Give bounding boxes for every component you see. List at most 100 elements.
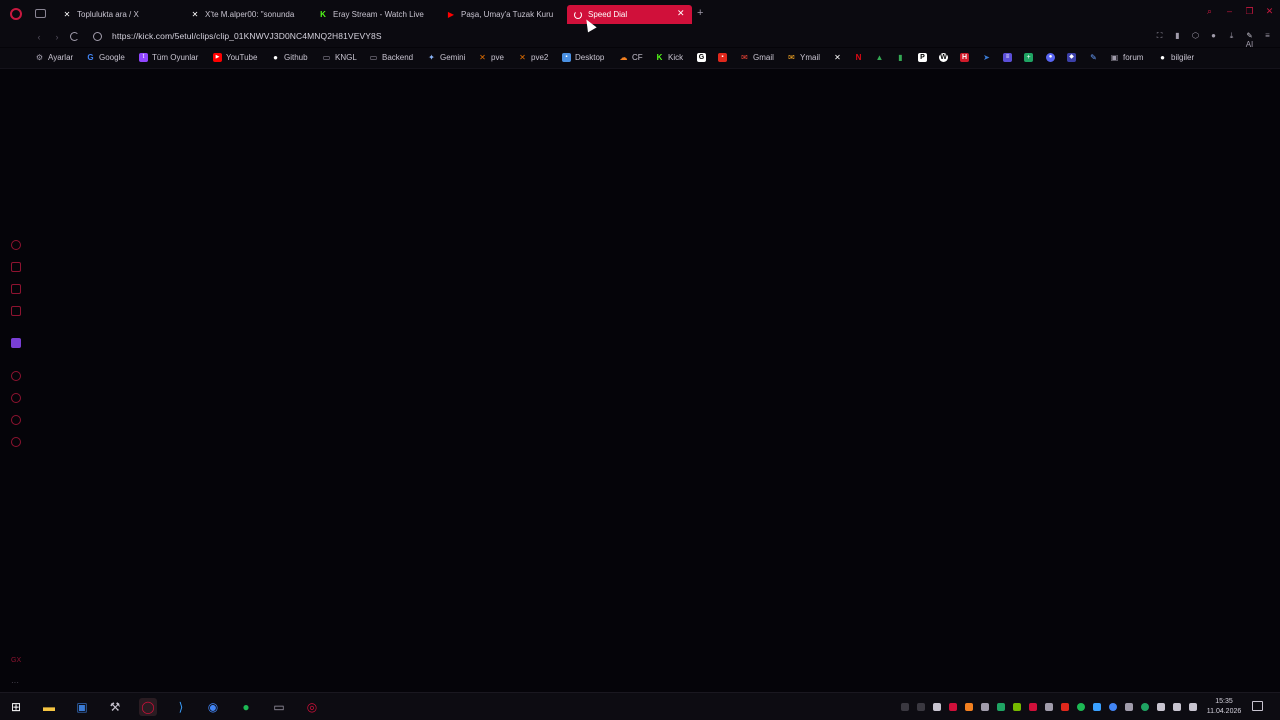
bookmark-github[interactable]: ● Github xyxy=(271,53,308,62)
extensions-icon[interactable]: ⬡ xyxy=(1191,31,1200,40)
tab-switcher-icon[interactable] xyxy=(35,9,46,18)
more-icon[interactable]: ··· xyxy=(11,678,19,687)
bookmark-label: Gemini xyxy=(440,53,466,62)
bookmark-backend[interactable]: ▭ Backend xyxy=(369,53,413,62)
bookmark-desktop[interactable]: ▪ Desktop xyxy=(562,53,604,62)
notification-icon[interactable] xyxy=(1252,701,1263,711)
url-field[interactable]: https://kick.com/5etul/clips/clip_01KNWV… xyxy=(112,31,382,41)
tray-icon[interactable] xyxy=(981,703,989,711)
player-icon[interactable] xyxy=(11,371,21,381)
twitch-icon[interactable] xyxy=(11,338,21,348)
chrome-icon[interactable]: ◉ xyxy=(204,698,222,716)
bookmark-pve2[interactable]: ✕ pve2 xyxy=(518,53,548,62)
chat-icon[interactable] xyxy=(11,415,21,425)
close-tab-icon[interactable]: ✕ xyxy=(677,9,685,18)
tab[interactable]: K Eray Stream - Watch Live xyxy=(312,5,434,24)
bookmark-google[interactable]: G Google xyxy=(86,53,124,62)
bookmark-bilgiler[interactable]: ● bilgiler xyxy=(1158,53,1194,62)
bookmark-forum[interactable]: ▣ forum xyxy=(1110,53,1144,62)
bookmark-kngl[interactable]: ▭ KNGL xyxy=(322,53,357,62)
bookmark-tools[interactable]: ✎ xyxy=(1089,53,1098,62)
gx-corner-icon[interactable]: GX xyxy=(11,657,21,664)
forward-icon[interactable]: › xyxy=(51,31,63,43)
tray-icon[interactable] xyxy=(965,703,973,711)
tray-icon[interactable] xyxy=(997,703,1005,711)
windows-start-icon[interactable]: ⊞ xyxy=(7,698,25,716)
tray-icon[interactable] xyxy=(1125,703,1133,711)
tray-icon[interactable] xyxy=(901,703,909,711)
tray-icon[interactable] xyxy=(1061,703,1069,711)
bookmark-sheets-green[interactable]: + xyxy=(1024,53,1033,62)
stats-icon[interactable]: ▮ xyxy=(1173,31,1182,40)
settings-icon[interactable] xyxy=(11,437,21,447)
tray-icon[interactable] xyxy=(1029,703,1037,711)
vscode-icon[interactable]: ⟩ xyxy=(172,698,190,716)
bookmark-gmail[interactable]: ✉ Gmail xyxy=(740,53,774,62)
tray-icon[interactable] xyxy=(1013,703,1021,711)
chrome-tray-icon[interactable] xyxy=(1109,703,1117,711)
spotify-icon[interactable]: ● xyxy=(237,698,255,716)
tab[interactable]: ✕ X'te M.alper00: "sonunda xyxy=(184,5,306,24)
tray-icon[interactable] xyxy=(1141,703,1149,711)
messenger-icon[interactable] xyxy=(11,306,21,316)
opera-gx-taskbar-icon[interactable]: ◯ xyxy=(139,698,157,716)
bookmark-app[interactable]: ◆ xyxy=(1067,53,1076,62)
ai-button[interactable]: ✎ AI xyxy=(1245,31,1254,49)
bookmark-ymail[interactable]: ✉ Ymail xyxy=(787,53,820,62)
reload-icon[interactable] xyxy=(70,32,79,41)
tray-icon[interactable] xyxy=(1045,703,1053,711)
search-tabs-icon[interactable]: ⌕ xyxy=(1205,7,1214,16)
bookmark-ayarlar[interactable]: ⚙ Ayarlar xyxy=(35,53,73,62)
menu-icon[interactable]: ≡ xyxy=(1263,31,1272,40)
bookmark-netflix[interactable]: N xyxy=(854,53,863,62)
bookmark-red-app[interactable]: ▪ xyxy=(718,53,727,62)
tab[interactable]: ▶ Paşa, Umay'a Tuzak Kuru xyxy=(440,5,562,24)
gx-control-icon[interactable] xyxy=(11,240,21,250)
bookmark-gemini[interactable]: ✦ Gemini xyxy=(427,53,465,62)
system-clock[interactable]: 15:35 11.04.2026 xyxy=(1204,697,1244,717)
opera-gx-logo-icon[interactable] xyxy=(10,8,22,20)
bookmark-w[interactable]: W xyxy=(939,53,948,62)
history-icon[interactable] xyxy=(11,393,21,403)
mail-icon: ✉ xyxy=(788,53,795,62)
bookmark-arrow[interactable]: ➤ xyxy=(982,53,991,62)
bookmark-tum-oyunlar[interactable]: t Tüm Oyunlar xyxy=(139,53,198,62)
file-explorer-icon[interactable]: ▬ xyxy=(40,698,58,716)
tray-icon[interactable] xyxy=(949,703,957,711)
bookmark-h[interactable]: H xyxy=(960,53,969,62)
gx-store-icon[interactable] xyxy=(11,262,21,272)
tray-icon[interactable] xyxy=(933,703,941,711)
bookmark-list[interactable]: ≡ xyxy=(1003,53,1012,62)
bookmark-cf[interactable]: ☁ CF xyxy=(619,53,643,62)
site-info-icon[interactable] xyxy=(93,32,102,41)
tray-icon[interactable] xyxy=(1093,703,1101,711)
bookmark-p[interactable]: P xyxy=(918,53,927,62)
spotify-tray-icon[interactable] xyxy=(1077,703,1085,711)
volume-icon[interactable] xyxy=(1189,703,1197,711)
instagram-icon[interactable] xyxy=(11,284,21,294)
network-icon[interactable] xyxy=(1173,703,1181,711)
tab[interactable]: ✕ Toplulukta ara / X xyxy=(56,5,181,24)
snapshot-icon[interactable]: ⛶ xyxy=(1155,31,1164,40)
bookmark-x[interactable]: ✕ xyxy=(833,53,842,62)
bookmark-sheets[interactable]: ▮ xyxy=(896,53,905,62)
new-tab-icon[interactable]: + xyxy=(697,8,703,19)
bookmark-drive[interactable]: ▲ xyxy=(875,53,884,62)
back-icon[interactable]: ‹ xyxy=(33,31,45,43)
tools-icon[interactable]: ⚒ xyxy=(106,698,124,716)
download-icon[interactable]: ⤓ xyxy=(1227,31,1236,40)
opera-gx-icon[interactable]: ◎ xyxy=(303,698,321,716)
tray-icon[interactable] xyxy=(917,703,925,711)
terminal-icon[interactable]: ▭ xyxy=(270,698,288,716)
maximize-icon[interactable]: ❐ xyxy=(1245,7,1254,16)
bookmark-kick[interactable]: K Kick xyxy=(655,53,684,62)
profile-icon[interactable]: ● xyxy=(1209,31,1218,40)
close-window-icon[interactable]: ✕ xyxy=(1265,7,1274,16)
minimize-icon[interactable]: – xyxy=(1225,7,1234,16)
microphone-icon[interactable] xyxy=(1157,703,1165,711)
app-icon[interactable]: ▣ xyxy=(73,698,91,716)
bookmark-discord[interactable]: ● xyxy=(1046,53,1055,62)
bookmark-grammarly[interactable]: G xyxy=(697,53,706,62)
bookmark-pve[interactable]: ✕ pve xyxy=(478,53,504,62)
bookmark-youtube[interactable]: ▶ YouTube xyxy=(213,53,257,62)
